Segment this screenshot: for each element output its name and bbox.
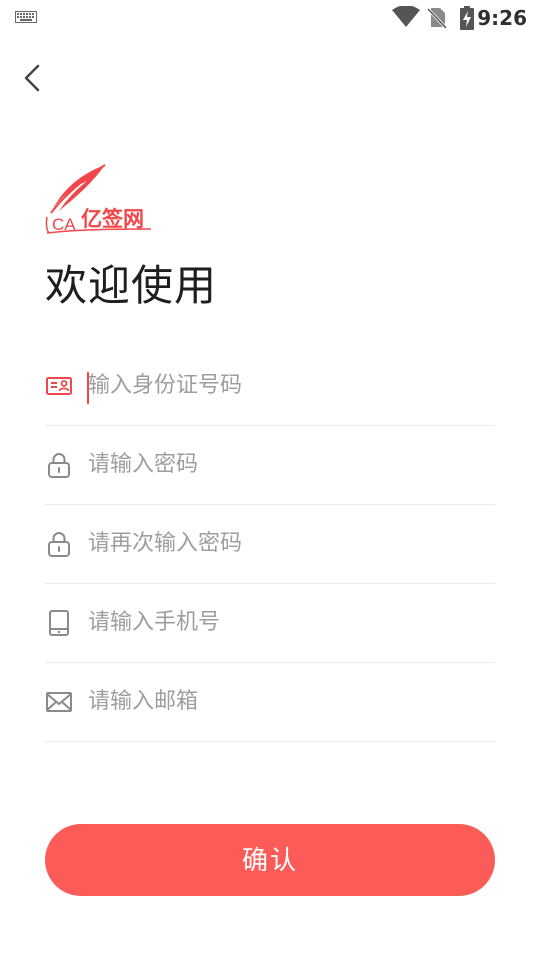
password-input[interactable] xyxy=(88,425,488,504)
confirm-password-input[interactable] xyxy=(88,504,488,583)
status-time: 9:26 xyxy=(477,6,527,30)
back-button[interactable] xyxy=(14,58,54,98)
id-card-icon xyxy=(46,376,72,395)
phone-input[interactable] xyxy=(88,583,488,662)
wifi-icon xyxy=(392,6,420,27)
password-row xyxy=(45,425,495,505)
brand-logo: CA 亿签网 xyxy=(45,164,152,234)
email-input[interactable] xyxy=(88,662,488,741)
confirm-password-row xyxy=(45,504,495,584)
lock-icon xyxy=(48,531,70,557)
register-screen: 9:26 CA 亿签网 欢迎使用 输入身份证号码 请输入手机号 请输入邮箱 确认 xyxy=(0,0,540,960)
mail-icon xyxy=(46,691,72,712)
svg-text:亿签网: 亿签网 xyxy=(81,207,144,231)
id-number-row xyxy=(45,346,495,426)
lock-icon xyxy=(48,452,70,478)
keyboard-icon xyxy=(15,11,37,23)
chevron-left-icon xyxy=(24,64,40,92)
phone-row xyxy=(45,583,495,663)
phone-icon xyxy=(49,609,69,636)
id-number-input[interactable] xyxy=(88,346,488,425)
page-title: 欢迎使用 xyxy=(45,261,218,310)
battery-charging-icon xyxy=(460,6,474,30)
status-bar: 9:26 xyxy=(0,0,540,36)
no-sim-icon xyxy=(427,7,447,29)
email-row xyxy=(45,662,495,742)
confirm-button[interactable]: 确认 xyxy=(45,824,495,896)
